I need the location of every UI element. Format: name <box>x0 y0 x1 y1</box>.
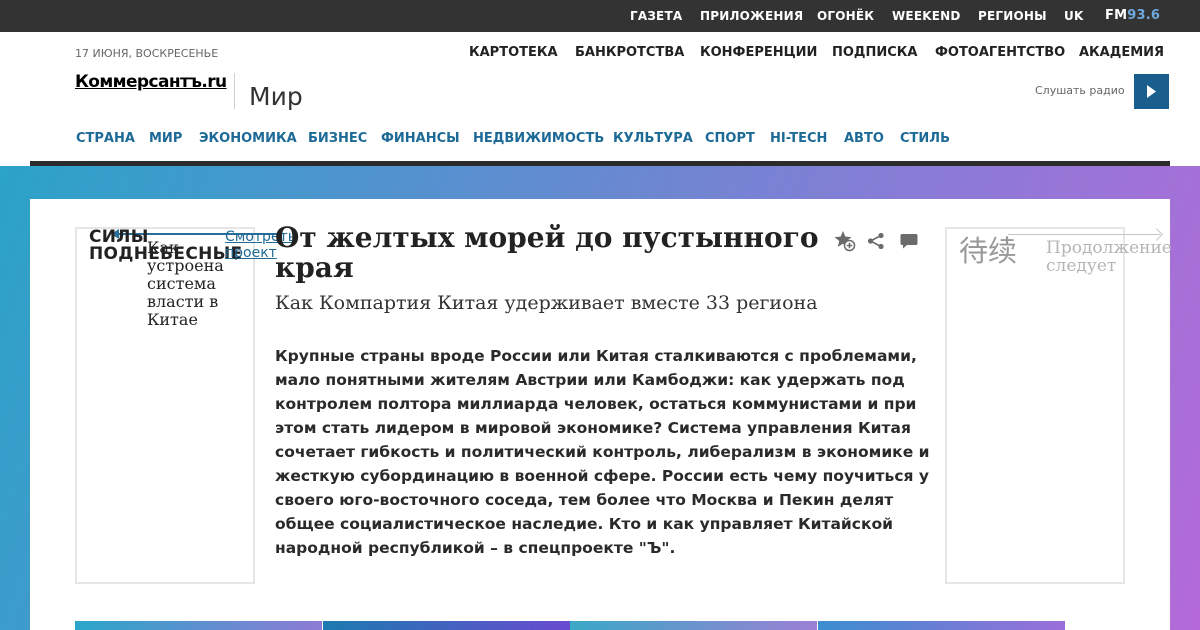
logo-divider <box>234 73 235 109</box>
fm-radio-link[interactable]: FM93.6 <box>1105 8 1160 23</box>
project-tile-4[interactable] <box>818 621 1065 630</box>
nav-link-economy[interactable]: ЭКОНОМИКА <box>199 131 297 146</box>
nav-link-sport[interactable]: СПОРТ <box>705 131 755 146</box>
topbar-link-regions[interactable]: РЕГИОНЫ <box>978 9 1047 23</box>
project-tile-1[interactable] <box>75 621 322 630</box>
nav-link-auto[interactable]: АВТО <box>844 131 884 146</box>
secnav-link-bankruptcy[interactable]: БАНКРОТСТВА <box>575 45 684 60</box>
top-bar: ГАЗЕТА ПРИЛОЖЕНИЯ ОГОНЁК WEEKEND РЕГИОНЫ… <box>0 0 1200 32</box>
favorite-add-icon[interactable] <box>834 230 856 256</box>
radio-play-button[interactable] <box>1134 74 1169 109</box>
radio-label: Слушать радио <box>1035 84 1125 97</box>
nav-link-business[interactable]: БИЗНЕС <box>308 131 367 146</box>
article-lead: Крупные страны вроде России или Китая ст… <box>275 347 930 557</box>
topbar-link-uk[interactable]: UK <box>1064 9 1083 23</box>
project-tile-3[interactable] <box>570 621 817 630</box>
play-icon <box>1147 85 1156 98</box>
current-date: 17 ИЮНЯ, ВОСКРЕСЕНЬЕ <box>75 47 219 60</box>
fm-frequency: 93.6 <box>1127 8 1161 23</box>
article-title: От желтых морей до пустынного края <box>275 221 819 284</box>
secnav-link-kartoteka[interactable]: КАРТОТЕКА <box>469 45 558 60</box>
nav-link-hitech[interactable]: HI-TECH <box>770 131 827 146</box>
secnav-link-subscription[interactable]: ПОДПИСКА <box>832 45 918 60</box>
topbar-link-apps[interactable]: ПРИЛОЖЕНИЯ <box>700 9 803 23</box>
forward-arrow-icon <box>1008 234 1160 235</box>
fm-prefix: FM <box>1105 8 1128 23</box>
secnav-link-photoagency[interactable]: ФОТОАГЕНТСТВО <box>935 45 1065 60</box>
project-tile-2[interactable] <box>323 621 570 630</box>
site-logo[interactable]: Коммерсантъ.ru <box>75 72 227 92</box>
nav-link-style[interactable]: СТИЛЬ <box>900 131 950 146</box>
nav-link-culture[interactable]: КУЛЬТУРА <box>613 131 693 146</box>
next-project-text: Продолжение следует <box>1046 238 1172 276</box>
nav-link-realestate[interactable]: НЕДВИЖИМОСТЬ <box>473 131 604 146</box>
nav-link-country[interactable]: СТРАНА <box>76 131 135 146</box>
section-title: Мир <box>249 82 303 111</box>
nav-link-finance[interactable]: ФИНАНСЫ <box>381 131 460 146</box>
topbar-link-gazeta[interactable]: ГАЗЕТА <box>630 9 682 23</box>
article-subtitle: Как Компартия Китая удерживает вместе 33… <box>275 292 818 314</box>
secnav-link-conferences[interactable]: КОНФЕРЕНЦИИ <box>700 45 817 60</box>
share-icon[interactable] <box>867 232 885 254</box>
secnav-link-academy[interactable]: АКАДЕМИЯ <box>1079 45 1164 60</box>
topbar-link-ogonek[interactable]: ОГОНЁК <box>817 9 874 23</box>
next-project-card[interactable] <box>945 227 1125 584</box>
topbar-link-weekend[interactable]: WEEKEND <box>892 9 961 23</box>
comment-icon[interactable] <box>900 233 918 254</box>
nav-link-world[interactable]: МИР <box>149 131 182 146</box>
